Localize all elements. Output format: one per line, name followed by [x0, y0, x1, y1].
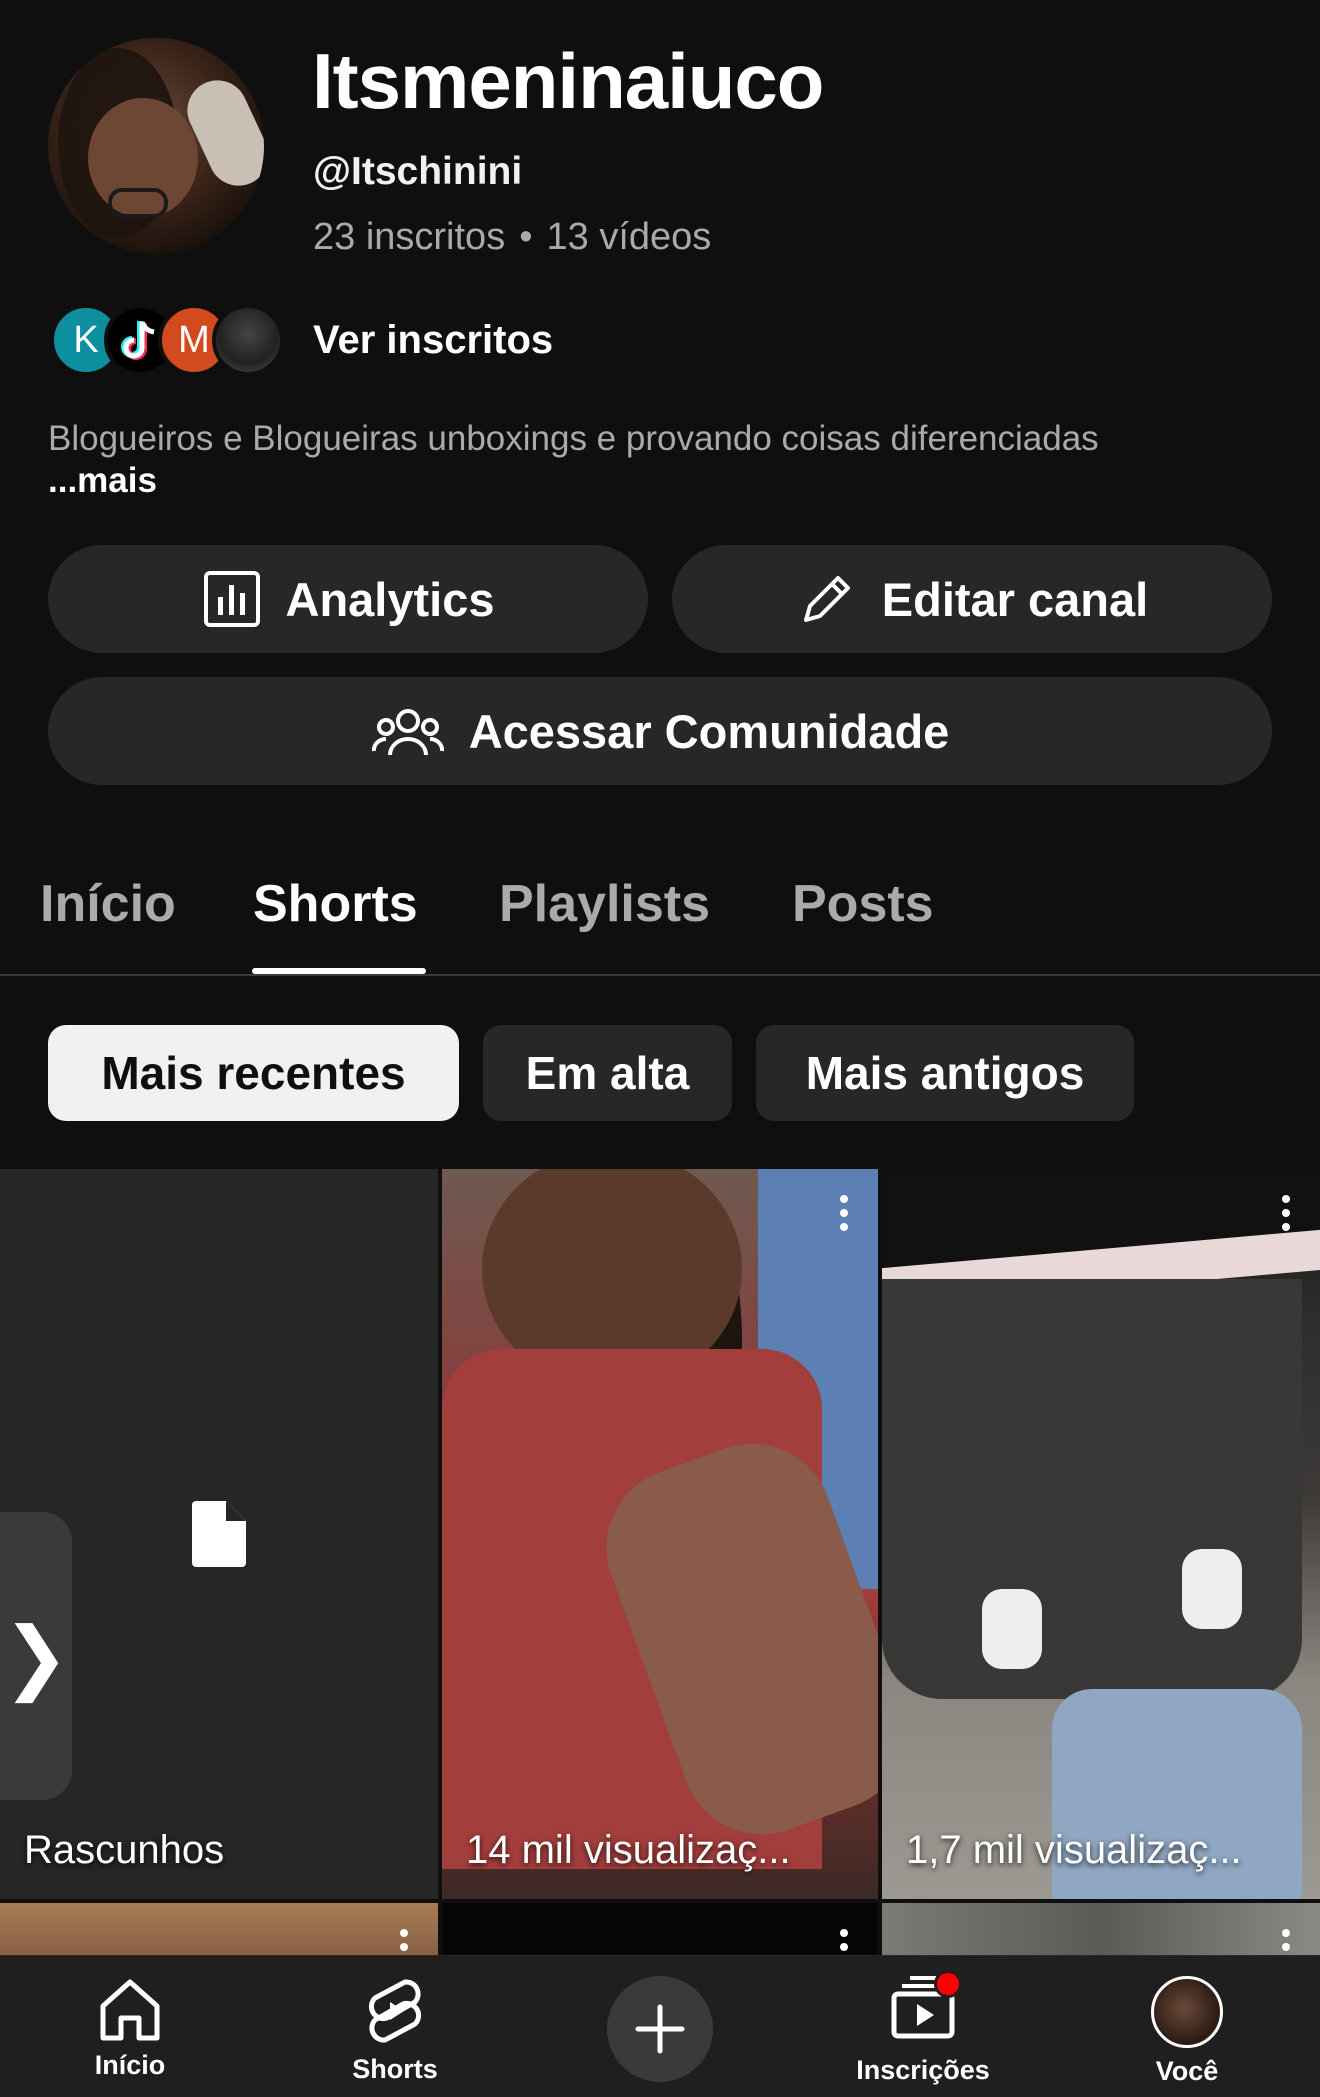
- create-button[interactable]: [607, 1976, 713, 2082]
- channel-stats: 23 inscritos • 13 vídeos: [313, 216, 711, 259]
- more-options-icon[interactable]: [838, 1195, 850, 1235]
- file-icon: [192, 1501, 246, 1567]
- plus-icon: [635, 2004, 685, 2054]
- thumbnail-scene: [1182, 1549, 1242, 1629]
- subscriber-avatars[interactable]: K M: [50, 304, 284, 376]
- nav-home[interactable]: Início: [30, 1976, 230, 2081]
- nav-subscriptions-label: Inscrições: [856, 2055, 990, 2085]
- thumbnail-scene: [882, 1279, 1302, 1699]
- nav-shorts-label: Shorts: [352, 2054, 438, 2084]
- edit-channel-button[interactable]: Editar canal: [672, 545, 1272, 653]
- short-thumbnail[interactable]: 14 mil visualizaç...: [442, 1169, 878, 1899]
- bottom-navigation: Início Shorts Inscrições Você: [0, 1955, 1320, 2097]
- stats-separator: •: [519, 216, 533, 258]
- filter-chip-trending[interactable]: Em alta: [483, 1025, 732, 1121]
- view-subscribers-link[interactable]: Ver inscritos: [313, 318, 553, 363]
- side-panel-handle[interactable]: ❯: [0, 1512, 72, 1800]
- channel-tabs: Início Shorts Playlists Posts: [0, 860, 1320, 976]
- tab-shorts[interactable]: Shorts: [253, 874, 418, 934]
- subscriptions-icon-wrap: [888, 1970, 962, 2047]
- channel-name: Itsmeninaiuco: [312, 37, 824, 125]
- view-count: 14 mil visualizaç...: [466, 1828, 791, 1872]
- analytics-icon: [203, 571, 260, 627]
- community-button[interactable]: Acessar Comunidade: [48, 677, 1272, 785]
- nav-you[interactable]: Você: [1087, 1976, 1287, 2087]
- active-tab-indicator: [252, 968, 426, 974]
- bio-text: Blogueiros e Blogueiras unboxings e prov…: [48, 419, 1099, 458]
- tab-inicio[interactable]: Início: [40, 874, 176, 934]
- filter-chip-recent[interactable]: Mais recentes: [48, 1025, 459, 1121]
- more-options-icon[interactable]: [1280, 1195, 1292, 1235]
- thumbnail-scene: [982, 1589, 1042, 1669]
- subscriber-count: 23 inscritos: [313, 216, 506, 258]
- drafts-label: Rascunhos: [24, 1828, 225, 1872]
- home-icon: [100, 1979, 160, 2041]
- chevron-right-icon: ❯: [2, 1611, 70, 1701]
- profile-avatar: [1151, 1976, 1223, 2048]
- nav-home-label: Início: [94, 2050, 166, 2080]
- channel-description[interactable]: Blogueiros e Blogueiras unboxings e prov…: [48, 418, 1278, 502]
- avatar-glasses: [108, 188, 168, 218]
- tab-playlists[interactable]: Playlists: [499, 874, 710, 934]
- analytics-button[interactable]: Analytics: [48, 545, 648, 653]
- people-icon: [371, 709, 444, 756]
- analytics-label: Analytics: [285, 572, 495, 626]
- nav-subscriptions[interactable]: Inscrições: [823, 1970, 1023, 2086]
- subscriber-avatar-photo: [212, 304, 284, 376]
- tab-posts[interactable]: Posts: [792, 874, 934, 934]
- short-thumbnail[interactable]: 1,7 mil visualizaç...: [882, 1169, 1320, 1899]
- video-count: 13 vídeos: [546, 216, 712, 258]
- notification-dot: [934, 1970, 962, 1998]
- pencil-icon: [803, 576, 850, 622]
- nav-you-label: Você: [1155, 2056, 1219, 2086]
- view-count: 1,7 mil visualizaç...: [906, 1828, 1242, 1872]
- edit-channel-label: Editar canal: [881, 572, 1149, 626]
- channel-handle: @Itschinini: [313, 150, 523, 193]
- nav-shorts[interactable]: Shorts: [295, 1976, 495, 2085]
- filter-chip-oldest[interactable]: Mais antigos: [756, 1025, 1134, 1121]
- bio-more-link[interactable]: ...mais: [48, 460, 1278, 502]
- community-label: Acessar Comunidade: [468, 704, 950, 758]
- channel-avatar[interactable]: [48, 38, 264, 254]
- shorts-icon: [368, 1979, 422, 2043]
